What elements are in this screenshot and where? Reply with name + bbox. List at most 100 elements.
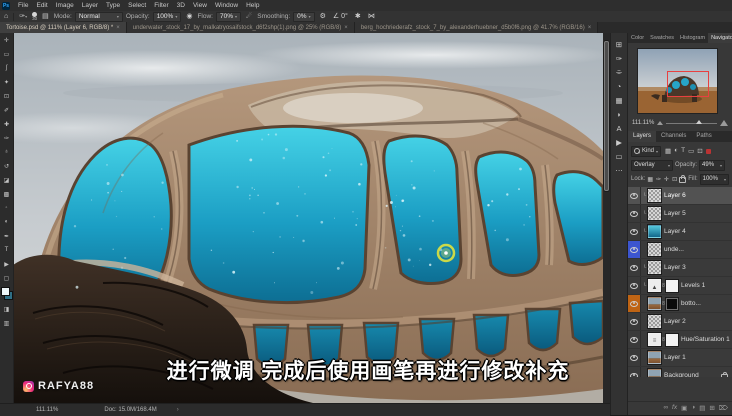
- filter-shape-layers-icon[interactable]: ▭: [688, 147, 694, 155]
- dodge-tool-icon[interactable]: ◔: [610, 79, 628, 93]
- layer-mask-thumbnail[interactable]: [666, 280, 678, 292]
- panel-tab-channels[interactable]: Channels: [656, 131, 691, 142]
- panel-tab-paths[interactable]: Paths: [691, 131, 716, 142]
- visibility-toggle[interactable]: [628, 295, 641, 312]
- delete-layer-icon[interactable]: ⌦: [719, 404, 728, 412]
- canvas-area[interactable]: 进行微调 完成后使用画笔再进行修改补充 RAFYA88: [13, 33, 603, 403]
- layer-row-layer-4[interactable]: └Layer 4: [628, 223, 732, 241]
- layer-name[interactable]: Layer 3: [661, 264, 732, 271]
- lasso-tool-icon[interactable]: ʃ: [0, 61, 13, 75]
- layer-thumbnail[interactable]: [648, 225, 661, 238]
- panel-tab-color[interactable]: Color: [628, 33, 647, 43]
- layer-name[interactable]: Layer 5: [661, 210, 732, 217]
- gradient-tool-icon[interactable]: ▦: [610, 93, 628, 107]
- smoothing-select[interactable]: 0%▾: [293, 12, 314, 22]
- scrollbar-thumb[interactable]: [604, 41, 609, 191]
- crop-tool-icon[interactable]: ⊡: [0, 89, 13, 103]
- menu-window[interactable]: Window: [211, 0, 242, 11]
- shape-tool-icon[interactable]: ▭: [610, 149, 628, 163]
- new-layer-icon[interactable]: ⊞: [709, 404, 714, 412]
- smoothing-options-gear-icon[interactable]: ⚙: [318, 12, 328, 21]
- eraser-tool-icon[interactable]: ◪: [0, 173, 13, 187]
- close-tab-icon[interactable]: ×: [344, 25, 348, 31]
- visibility-toggle[interactable]: [628, 259, 641, 276]
- gradient-tool-icon[interactable]: ▩: [0, 187, 13, 201]
- lock-transparency-icon[interactable]: ▦: [647, 176, 653, 183]
- brush-tool-icon[interactable]: ✑: [0, 131, 13, 145]
- type-tool-icon[interactable]: A: [610, 121, 628, 135]
- status-zoom-value[interactable]: 111.11%: [36, 407, 58, 413]
- navigator-preview[interactable]: [638, 49, 717, 113]
- visibility-toggle[interactable]: [628, 331, 641, 348]
- layer-name[interactable]: Layer 1: [661, 354, 732, 361]
- quick-selection-tool-icon[interactable]: ✦: [0, 75, 13, 89]
- move-tool-icon[interactable]: ✛: [0, 33, 13, 47]
- path-selection-tool-icon[interactable]: ▶: [0, 257, 13, 271]
- layer-name[interactable]: Layer 2: [661, 318, 732, 325]
- quick-mask-icon[interactable]: ◨: [0, 302, 13, 316]
- layer-name[interactable]: unde...: [661, 246, 732, 253]
- home-icon[interactable]: ⌂: [2, 12, 10, 21]
- menu-filter[interactable]: Filter: [150, 0, 172, 11]
- layer-opacity-select[interactable]: 49%▾: [699, 160, 725, 171]
- lock-artboard-icon[interactable]: ⊡: [672, 176, 677, 183]
- brush-preset-icon[interactable]: ✑▾: [17, 12, 29, 21]
- blur-tool-icon[interactable]: ◦: [0, 201, 13, 215]
- layer-name[interactable]: botto...: [678, 300, 732, 307]
- adjustment-layer-icon[interactable]: ◑: [691, 404, 695, 411]
- visibility-toggle[interactable]: [628, 277, 641, 294]
- layer-thumbnail[interactable]: [648, 315, 661, 328]
- layer-row-hue-saturation-1[interactable]: ≡8Hue/Saturation 1: [628, 331, 732, 349]
- edit-toolbar-icon[interactable]: ⋯: [610, 163, 628, 177]
- color-swatches[interactable]: [1, 287, 13, 300]
- layer-thumbnail[interactable]: [648, 261, 661, 274]
- menu-help[interactable]: Help: [242, 0, 263, 11]
- menu-3d[interactable]: 3D: [173, 0, 189, 11]
- layer-row-layer-3[interactable]: └Layer 3: [628, 259, 732, 277]
- menu-edit[interactable]: Edit: [32, 0, 51, 11]
- panel-tab-layers[interactable]: Layers: [628, 131, 656, 142]
- pen-tool-icon[interactable]: ✒: [0, 229, 13, 243]
- blur-tool-icon[interactable]: ◗: [610, 107, 628, 121]
- visibility-toggle[interactable]: [628, 367, 641, 377]
- pressure-size-icon[interactable]: ✱: [353, 12, 363, 21]
- filter-adjustment-layers-icon[interactable]: ◐: [674, 147, 678, 155]
- foreground-color-swatch[interactable]: [1, 287, 10, 296]
- visibility-toggle[interactable]: [628, 187, 641, 204]
- blend-mode-select[interactable]: Normal▾: [75, 12, 123, 22]
- lock-pixels-icon[interactable]: ✑: [656, 176, 661, 183]
- type-tool-icon[interactable]: T: [0, 243, 13, 257]
- new-group-icon[interactable]: ▤: [699, 404, 705, 412]
- visibility-toggle[interactable]: [628, 241, 641, 258]
- layer-thumbnail[interactable]: [648, 243, 661, 256]
- menu-layer[interactable]: Layer: [78, 0, 102, 11]
- layer-name[interactable]: Hue/Saturation 1: [678, 336, 732, 343]
- layer-name[interactable]: Layer 6: [661, 192, 732, 199]
- layer-row-layer-6[interactable]: └Layer 6: [628, 187, 732, 205]
- layer-name[interactable]: Levels 1: [678, 282, 732, 289]
- menu-view[interactable]: View: [189, 0, 211, 11]
- document-tab-2[interactable]: berg_hochriederafz_stock_7_by_alexanderh…: [355, 22, 598, 33]
- layer-name[interactable]: Layer 4: [661, 228, 732, 235]
- visibility-toggle[interactable]: [628, 223, 641, 240]
- navigator-zoom-value[interactable]: 111.11%: [632, 120, 654, 126]
- layer-thumbnail[interactable]: ▲: [648, 279, 661, 292]
- layer-row-layer-1[interactable]: Layer 1: [628, 349, 732, 367]
- navigator-view-rectangle[interactable]: [667, 71, 709, 97]
- menu-image[interactable]: Image: [52, 0, 78, 11]
- layer-row-layer-2[interactable]: Layer 2: [628, 313, 732, 331]
- layer-name[interactable]: Background: [661, 372, 721, 377]
- kind-filter-select[interactable]: Kind ▾: [631, 146, 661, 157]
- layer-thumbnail[interactable]: [648, 351, 661, 364]
- visibility-toggle[interactable]: [628, 313, 641, 330]
- brush-angle-icon[interactable]: ∠ 0°: [331, 12, 350, 21]
- slider-thumb[interactable]: [696, 120, 702, 124]
- layer-row-background[interactable]: Background: [628, 367, 732, 377]
- symmetry-icon[interactable]: ⋈: [366, 12, 377, 21]
- layer-row-layer-5[interactable]: └Layer 5: [628, 205, 732, 223]
- filter-type-layers-icon[interactable]: T: [681, 147, 685, 155]
- menu-file[interactable]: File: [14, 0, 32, 11]
- lock-all-icon[interactable]: [679, 177, 686, 183]
- layer-row-botto-[interactable]: 8botto...: [628, 295, 732, 313]
- status-menu-arrow[interactable]: ›: [177, 407, 179, 413]
